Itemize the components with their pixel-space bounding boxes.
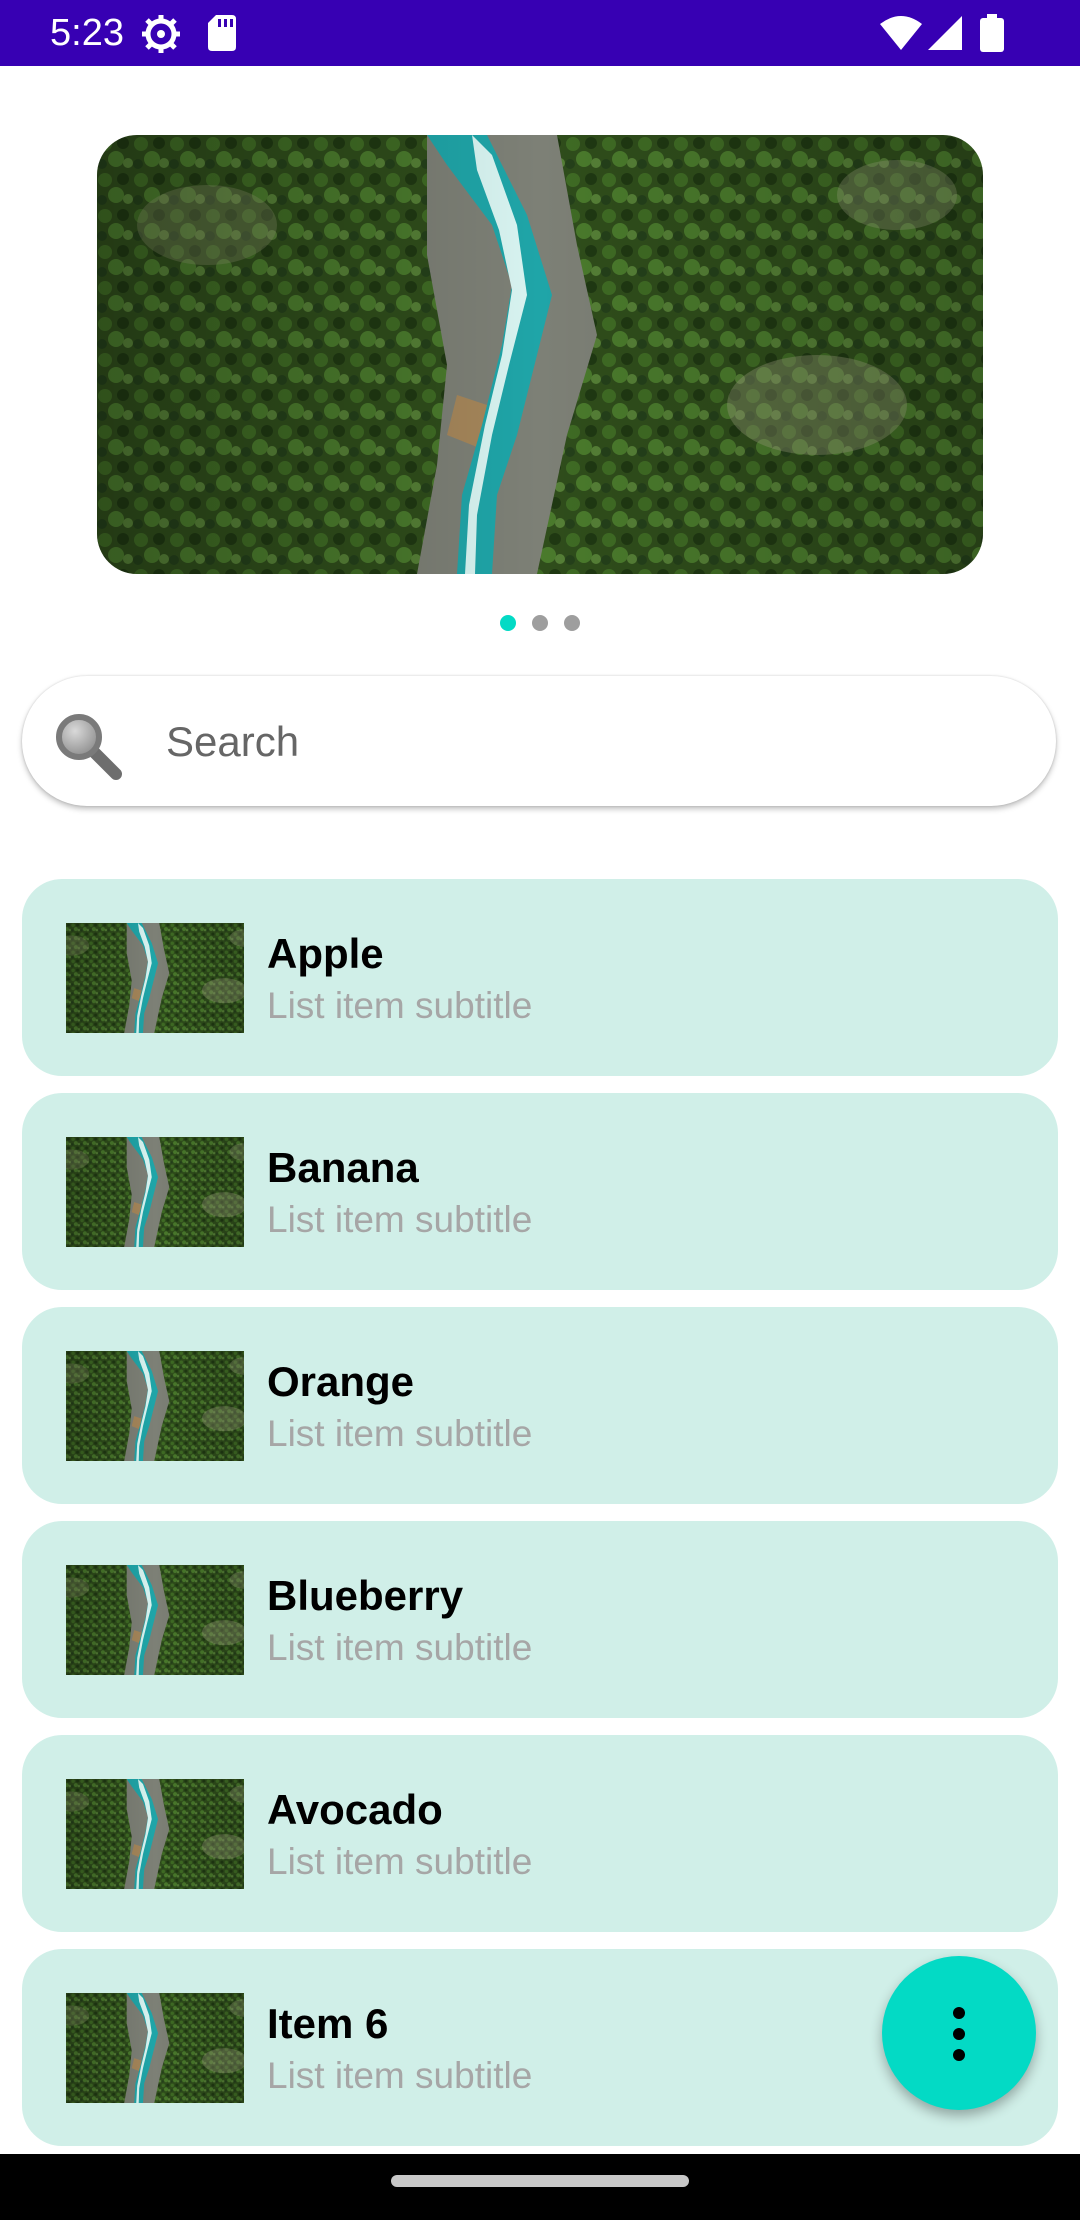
more-options-fab[interactable] xyxy=(882,1956,1036,2110)
carousel-dot[interactable] xyxy=(564,615,580,631)
item-subtitle: List item subtitle xyxy=(267,1199,533,1240)
search-bar[interactable] xyxy=(22,676,1056,806)
list-item[interactable]: Orange List item subtitle xyxy=(22,1307,1058,1504)
carousel-image[interactable] xyxy=(97,135,983,574)
item-thumbnail xyxy=(66,1137,244,1247)
list-item[interactable]: Apple List item subtitle xyxy=(22,879,1058,1076)
list-item[interactable]: Banana List item subtitle xyxy=(22,1093,1058,1290)
item-subtitle: List item subtitle xyxy=(267,985,533,1026)
item-subtitle: List item subtitle xyxy=(267,1841,533,1882)
item-title: Avocado xyxy=(267,1786,443,1833)
gear-icon xyxy=(142,15,180,53)
status-time: 5:23 xyxy=(50,12,124,54)
aerial-river-forest-image xyxy=(97,135,983,574)
item-thumbnail xyxy=(66,923,244,1033)
item-title: Apple xyxy=(267,930,384,977)
carousel-dot-active[interactable] xyxy=(500,615,516,631)
home-gesture-handle[interactable] xyxy=(391,2175,689,2187)
signal-icon xyxy=(928,16,962,50)
item-title: Banana xyxy=(267,1144,419,1191)
item-thumbnail xyxy=(66,1351,244,1461)
item-title: Orange xyxy=(267,1358,415,1405)
item-subtitle: List item subtitle xyxy=(267,2055,533,2096)
item-thumbnail xyxy=(66,1779,244,1889)
wifi-icon xyxy=(880,16,922,50)
item-thumbnail xyxy=(66,1565,244,1675)
carousel-dot[interactable] xyxy=(532,615,548,631)
search-icon xyxy=(56,714,122,780)
navigation-bar xyxy=(0,2154,1080,2220)
status-bar: 5:23 xyxy=(0,0,1080,66)
carousel-page-indicator xyxy=(0,615,1080,633)
search-input[interactable] xyxy=(164,706,1028,778)
more-vertical-icon xyxy=(953,2007,965,2061)
list-item[interactable]: Blueberry List item subtitle xyxy=(22,1521,1058,1718)
item-subtitle: List item subtitle xyxy=(267,1627,533,1668)
sd-card-icon xyxy=(208,15,236,51)
item-title: Item 6 xyxy=(267,2000,389,2047)
item-title: Blueberry xyxy=(267,1572,464,1619)
battery-icon xyxy=(980,14,1004,52)
item-subtitle: List item subtitle xyxy=(267,1413,533,1454)
item-thumbnail xyxy=(66,1993,244,2103)
list-item[interactable]: Avocado List item subtitle xyxy=(22,1735,1058,1932)
